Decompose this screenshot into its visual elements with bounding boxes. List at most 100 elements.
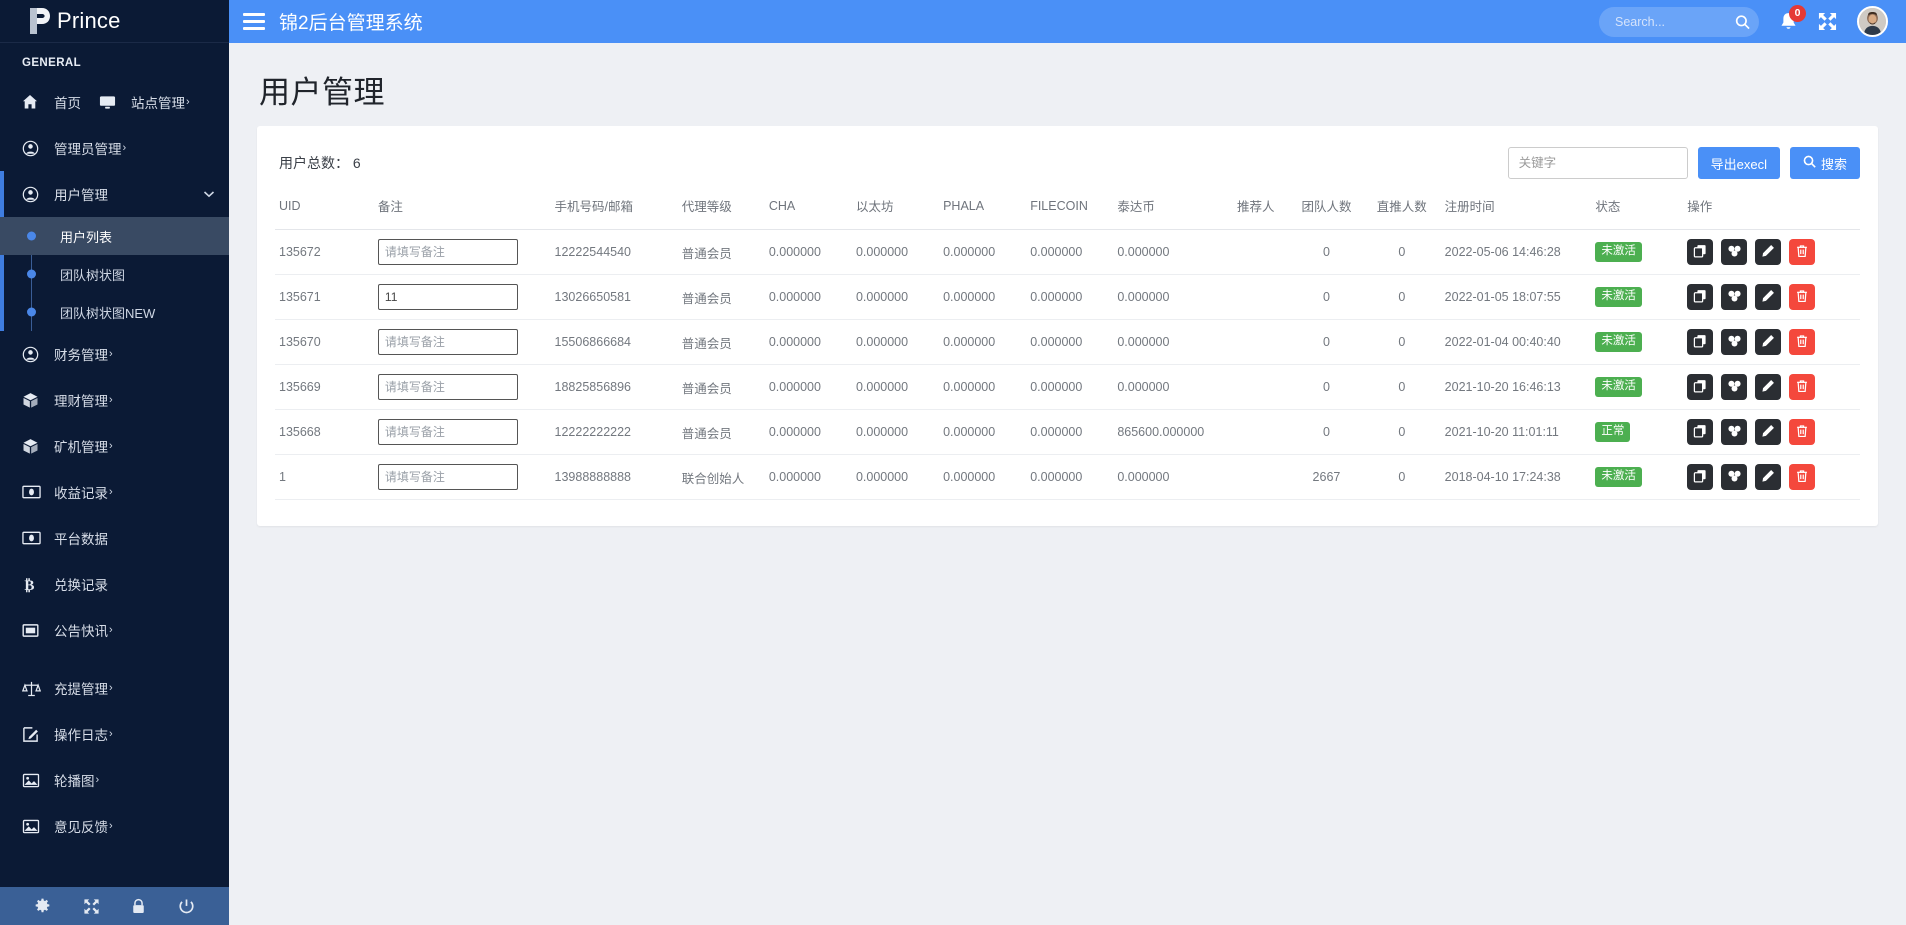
sidebar-row-home-site[interactable]: 首页 站点管理 › — [0, 79, 229, 125]
sidebar-item-platform-data[interactable]: 平台数据 — [0, 515, 229, 561]
edit-button[interactable] — [1755, 374, 1781, 400]
delete-icon — [1795, 334, 1809, 351]
sidebar-item-announcement[interactable]: 公告快讯 › — [0, 607, 229, 653]
coins-button[interactable] — [1721, 239, 1747, 265]
keyword-input[interactable] — [1508, 147, 1688, 179]
delete-icon — [1795, 289, 1809, 306]
coins-icon — [1727, 424, 1742, 441]
remark-input[interactable] — [378, 284, 518, 310]
global-search[interactable] — [1599, 7, 1759, 37]
cell-phala: 0.000000 — [939, 320, 1026, 365]
chevron-right-icon: › — [109, 486, 113, 498]
copy-button[interactable] — [1687, 464, 1713, 490]
coins-button[interactable] — [1721, 329, 1747, 355]
copy-button[interactable] — [1687, 419, 1713, 445]
edit-button[interactable] — [1755, 464, 1781, 490]
coins-button[interactable] — [1721, 419, 1747, 445]
sidebar-item-feedback[interactable]: 意见反馈 › — [0, 803, 229, 849]
delete-icon — [1795, 424, 1809, 441]
sidebar-item-exchange[interactable]: ₿ 兑换记录 — [0, 561, 229, 607]
user-avatar[interactable] — [1857, 6, 1888, 37]
cell-level: 普通会员 — [678, 410, 765, 455]
cell-phone: 15506866684 — [551, 320, 678, 365]
edit-button[interactable] — [1755, 239, 1781, 265]
sidebar-item-team-tree-label: 团队树状图 — [60, 265, 125, 284]
search-input[interactable] — [1613, 14, 1725, 30]
copy-icon — [1693, 334, 1707, 351]
cell-referrer — [1222, 410, 1290, 455]
edit-button[interactable] — [1755, 284, 1781, 310]
remark-input[interactable] — [378, 374, 518, 400]
col-usdt: 泰达币 — [1113, 186, 1221, 230]
sidebar-item-team-tree-new[interactable]: 团队树状图NEW — [0, 293, 229, 331]
col-remark: 备注 — [374, 186, 551, 230]
cell-remark — [374, 365, 551, 410]
sidebar-item-wealth-label: 理财管理 — [54, 390, 108, 410]
sidebar-item-operation-log[interactable]: 操作日志 › — [0, 711, 229, 757]
copy-button[interactable] — [1687, 239, 1713, 265]
sidebar-item-home[interactable]: 首页 — [22, 92, 81, 112]
chevron-right-icon: › — [109, 728, 113, 740]
remark-input[interactable] — [378, 329, 518, 355]
cell-level: 普通会员 — [678, 275, 765, 320]
notifications-button[interactable]: 0 — [1779, 12, 1798, 32]
copy-button[interactable] — [1687, 284, 1713, 310]
remark-input[interactable] — [378, 419, 518, 445]
remark-input[interactable] — [378, 464, 518, 490]
hamburger-icon[interactable] — [243, 13, 265, 30]
delete-button[interactable] — [1789, 374, 1815, 400]
copy-icon — [1693, 289, 1707, 306]
search-icon[interactable] — [1735, 14, 1750, 29]
cell-operations — [1683, 230, 1860, 275]
copy-button[interactable] — [1687, 374, 1713, 400]
delete-button[interactable] — [1789, 419, 1815, 445]
copy-button[interactable] — [1687, 329, 1713, 355]
copy-icon — [1693, 469, 1707, 486]
expand-icon[interactable] — [83, 898, 100, 915]
svg-text:₿: ₿ — [24, 578, 34, 593]
chevron-right-icon: › — [109, 394, 113, 406]
fullscreen-icon[interactable] — [1818, 12, 1837, 31]
remark-input[interactable] — [378, 239, 518, 265]
delete-button[interactable] — [1789, 284, 1815, 310]
cell-team: 0 — [1290, 320, 1363, 365]
sidebar-item-carousel[interactable]: 轮播图 › — [0, 757, 229, 803]
edit-button[interactable] — [1755, 419, 1781, 445]
lock-icon[interactable] — [131, 898, 146, 915]
sidebar-item-wealth[interactable]: 理财管理 › — [0, 377, 229, 423]
sidebar-item-finance[interactable]: 财务管理 › — [0, 331, 229, 377]
power-icon[interactable] — [178, 898, 195, 915]
sidebar-item-miner[interactable]: 矿机管理 › — [0, 423, 229, 469]
export-excel-button[interactable]: 导出execl — [1698, 147, 1780, 179]
sidebar-item-admin[interactable]: 管理员管理 › — [0, 125, 229, 171]
cell-phala: 0.000000 — [939, 275, 1026, 320]
brand-header[interactable]: Prince — [0, 0, 229, 43]
sidebar-item-team-tree[interactable]: 团队树状图 — [0, 255, 229, 293]
coins-button[interactable] — [1721, 464, 1747, 490]
cell-status: 未激活 — [1591, 275, 1683, 320]
cell-remark — [374, 275, 551, 320]
coins-button[interactable] — [1721, 284, 1747, 310]
sidebar-item-deposit-withdraw[interactable]: 充提管理 › — [0, 665, 229, 711]
box-icon — [22, 438, 44, 455]
sidebar-item-users[interactable]: 用户管理 — [0, 171, 229, 217]
delete-button[interactable] — [1789, 329, 1815, 355]
edit-button[interactable] — [1755, 329, 1781, 355]
gear-icon[interactable] — [34, 898, 51, 915]
search-button[interactable]: 搜索 — [1790, 147, 1860, 179]
sidebar-item-team-tree-new-label: 团队树状图NEW — [60, 303, 155, 322]
total-users-label: 用户总数： 6 — [275, 153, 361, 173]
sidebar-item-earnings[interactable]: 收益记录 › — [0, 469, 229, 515]
sidebar-group-users: 用户管理 用户列表 团队树状图 — [0, 171, 229, 331]
cell-usdt: 0.000000 — [1113, 275, 1221, 320]
coins-button[interactable] — [1721, 374, 1747, 400]
cell-remark — [374, 410, 551, 455]
delete-button[interactable] — [1789, 464, 1815, 490]
cell-status: 未激活 — [1591, 320, 1683, 365]
bullet-icon — [27, 232, 36, 241]
sidebar-item-site[interactable]: 站点管理 › — [99, 92, 190, 112]
edit-square-icon — [22, 726, 44, 743]
sidebar-item-carousel-label: 轮播图 — [54, 770, 95, 790]
sidebar-item-user-list[interactable]: 用户列表 — [0, 217, 229, 255]
delete-button[interactable] — [1789, 239, 1815, 265]
